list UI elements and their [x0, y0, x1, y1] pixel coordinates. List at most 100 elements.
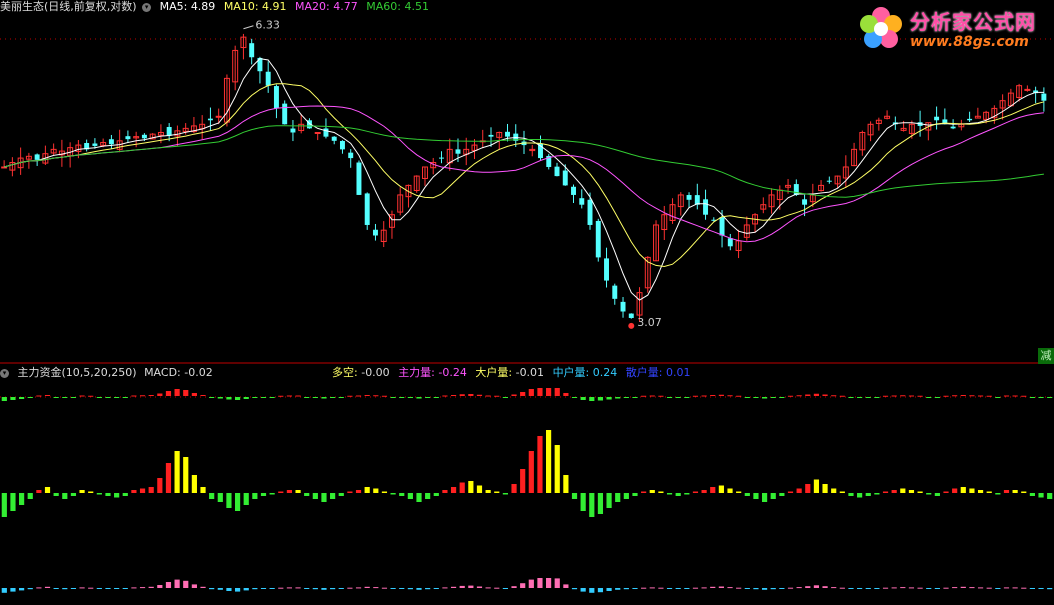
sanhu-bar	[252, 588, 258, 590]
sanhu-bar	[546, 578, 552, 588]
sanhu-bar	[1047, 588, 1053, 590]
duokong-bar	[485, 395, 491, 397]
candle-body	[587, 199, 593, 225]
toggle-icon[interactable]: ▾	[142, 2, 152, 12]
duokong-bar	[278, 395, 284, 397]
duokong-bar	[96, 397, 102, 398]
sanhu-bar	[718, 586, 724, 588]
macd-hist-bar	[105, 493, 111, 496]
sanhu-bar	[857, 588, 863, 589]
sanhu-bar	[88, 587, 94, 589]
duokong-bar	[511, 394, 517, 396]
duokong-bar	[209, 397, 215, 398]
sanhu-bar	[416, 588, 422, 590]
sanhu-bar	[295, 587, 301, 589]
ma20-value: 4.77	[333, 0, 358, 13]
candle-body	[727, 238, 733, 247]
macd-hist-bar	[839, 491, 845, 493]
sanhu-bar	[425, 588, 431, 590]
macd-hist-bar	[615, 493, 621, 502]
duokong-bar	[753, 397, 759, 398]
macd-hist-bar	[718, 485, 724, 493]
sanhu-bar	[1012, 587, 1018, 589]
candle-body	[455, 149, 461, 154]
duokong-bar	[1, 397, 7, 401]
chart-canvas[interactable]: 6.33 3.07	[0, 0, 1054, 605]
duokong-bar	[347, 395, 353, 397]
duokong-bar	[260, 397, 267, 398]
duokong-bar	[234, 397, 241, 400]
sanhu-bar	[79, 587, 85, 589]
duokong-bar	[874, 397, 880, 398]
zhuli-legend: 主力量: -0.24	[398, 366, 467, 379]
duokong-bar	[53, 397, 59, 398]
sanhu-bar	[494, 587, 500, 589]
zhonghu-value: 0.24	[592, 366, 618, 379]
duokong-bar	[416, 397, 422, 399]
duokong-bar	[779, 397, 785, 398]
sanhu-bar	[908, 587, 915, 589]
macd-hist-bar	[485, 490, 491, 493]
ma20-legend: MA20: 4.77	[295, 0, 358, 13]
ma10-line	[3, 83, 1045, 268]
macd-hist-bar	[217, 493, 223, 502]
flower-logo-icon	[860, 7, 902, 48]
duokong-bar	[88, 395, 94, 397]
macd-hist-bar	[969, 488, 975, 493]
macd-hist-bar	[900, 488, 906, 493]
duokong-bar	[718, 394, 724, 396]
macd-hist-bar	[710, 487, 716, 493]
macd-hist-bar	[977, 490, 984, 493]
sanhu-bar	[943, 587, 949, 589]
duokong-bar	[502, 397, 508, 398]
ma60-legend: MA60: 4.51	[366, 0, 429, 13]
toggle-icon[interactable]: ▾	[0, 368, 9, 378]
macd-label: MACD:	[144, 366, 181, 379]
duokong-bar	[19, 397, 25, 399]
sanhu-bar	[744, 588, 750, 589]
duokong-bar	[684, 397, 690, 398]
sanhu-bar	[62, 588, 68, 590]
reduce-badge[interactable]: 减	[1038, 348, 1054, 364]
sanhu-bar	[407, 588, 413, 590]
sanhu-bar	[373, 587, 379, 589]
candle-body	[323, 128, 329, 137]
macd-hist-bar	[79, 490, 85, 493]
sanhu-bar	[831, 587, 837, 589]
macd-hist-bar	[779, 493, 785, 496]
duokong-bar	[200, 395, 206, 396]
duokong-bar	[952, 395, 958, 397]
macd-hist-bar	[10, 493, 16, 511]
ma5-line	[3, 58, 1044, 301]
candle-body	[488, 134, 494, 137]
indicator-top-bars	[1, 388, 1053, 401]
duokong-bar	[882, 395, 889, 397]
sanhu-bar	[381, 587, 388, 589]
candle-body	[505, 131, 510, 137]
sanhu-bar	[770, 588, 776, 590]
sanhu-bar	[485, 587, 491, 589]
macd-hist-bar	[1047, 493, 1053, 499]
sanhu-bar	[977, 587, 984, 589]
sanhu-bar	[148, 586, 154, 588]
macd-hist-bar	[943, 491, 949, 493]
macd-hist-bar	[476, 485, 483, 493]
duokong-bar	[131, 395, 137, 397]
sanhu-bar	[243, 588, 249, 591]
macd-hist-bar	[450, 487, 457, 493]
sanhu-bar	[597, 588, 604, 593]
sanhu-bar	[580, 588, 586, 592]
duokong-bar	[183, 390, 189, 396]
macd-hist-bar	[1003, 490, 1010, 493]
macd-hist-bar	[407, 493, 413, 499]
duokong-bar	[1021, 395, 1027, 397]
macd-hist-bar	[269, 493, 275, 495]
macd-hist-bar	[805, 484, 811, 493]
macd-hist-bar	[425, 493, 431, 499]
sanhu-bar	[563, 584, 569, 588]
macd-hist-bar	[822, 484, 828, 493]
macd-hist-bar	[200, 487, 206, 493]
macd-hist-bar	[459, 482, 465, 493]
sanhu-bar	[459, 585, 465, 588]
duokong-bar	[701, 395, 707, 397]
